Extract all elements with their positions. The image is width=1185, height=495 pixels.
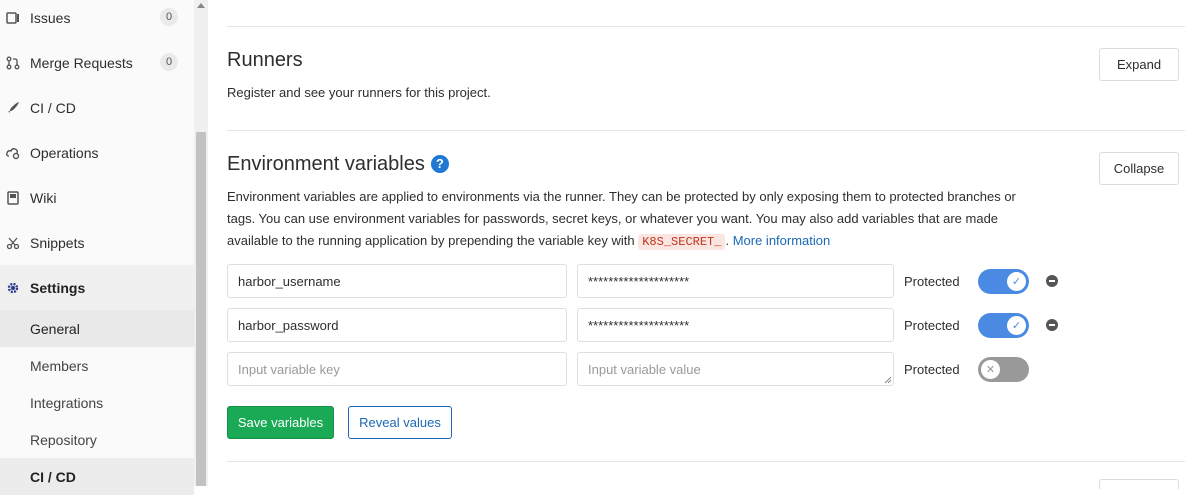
- sidebar-sub-integrations[interactable]: Integrations: [0, 384, 194, 421]
- next-section-button[interactable]: [1099, 479, 1179, 489]
- sidebar-item-label: Settings: [30, 279, 86, 296]
- k8s-secret-code: K8S_SECRET_: [638, 234, 726, 250]
- protected-label: Protected: [904, 362, 960, 377]
- sidebar-sub-repository[interactable]: Repository: [0, 421, 194, 458]
- issues-icon: [6, 11, 20, 25]
- runners-description: Register and see your runners for this p…: [227, 85, 491, 100]
- env-desc-line-3-text: available to the running application by …: [227, 233, 635, 248]
- scissors-icon: [6, 236, 20, 250]
- sidebar-item-label: Wiki: [30, 189, 57, 206]
- sidebar-item-snippets[interactable]: Snippets: [0, 220, 194, 265]
- help-icon[interactable]: ?: [430, 154, 449, 173]
- runners-title: Runners: [227, 49, 303, 71]
- variable-key-input[interactable]: harbor_password: [227, 308, 567, 342]
- env-desc-line-2: tags. You can use environment variables …: [227, 211, 999, 226]
- desc-period: .: [725, 233, 730, 248]
- sidebar-item-wiki[interactable]: Wiki: [0, 175, 194, 220]
- env-desc-line-3: available to the running application by …: [227, 230, 1087, 253]
- section-divider: [227, 461, 1185, 462]
- collapse-button[interactable]: Collapse: [1099, 152, 1179, 185]
- book-icon: [6, 190, 20, 205]
- gear-icon: [6, 281, 20, 295]
- reveal-values-button[interactable]: Reveal values: [348, 406, 452, 439]
- check-icon: ✓: [1007, 272, 1026, 291]
- sidebar-item-merge-requests[interactable]: Merge Requests 0: [0, 40, 194, 85]
- check-icon: ✓: [1007, 316, 1026, 335]
- variable-value-input[interactable]: ********************: [577, 308, 894, 342]
- protected-toggle[interactable]: ✓: [978, 269, 1029, 294]
- merge-request-icon: [6, 56, 20, 70]
- env-variables-description: Environment variables are applied to env…: [227, 186, 1087, 253]
- sidebar-item-label: Operations: [30, 144, 99, 161]
- sidebar-sub-ci-cd[interactable]: CI / CD: [0, 458, 194, 495]
- resize-handle-icon[interactable]: [884, 376, 892, 384]
- new-variable-key-input[interactable]: Input variable key: [227, 352, 567, 386]
- sidebar: Issues 0 Merge Requests 0 CI / CD Operat…: [0, 0, 208, 495]
- sidebar-sub-members[interactable]: Members: [0, 347, 194, 384]
- section-divider: [227, 130, 1185, 131]
- variable-key-input[interactable]: harbor_username: [227, 264, 567, 298]
- sidebar-item-issues[interactable]: Issues 0: [0, 0, 194, 40]
- sidebar-item-ci-cd[interactable]: CI / CD: [0, 85, 194, 130]
- sidebar-item-label: Snippets: [30, 234, 85, 251]
- protected-label: Protected: [904, 318, 960, 333]
- env-variables-title-text: Environment variables: [227, 153, 425, 175]
- scroll-up-arrow-icon[interactable]: [197, 3, 205, 8]
- x-icon: ✕: [981, 360, 1000, 379]
- save-variables-button[interactable]: Save variables: [227, 406, 334, 439]
- remove-variable-icon[interactable]: [1046, 319, 1058, 331]
- protected-toggle[interactable]: ✕: [978, 357, 1029, 382]
- new-variable-value-input[interactable]: Input variable value: [577, 352, 894, 386]
- sidebar-item-label: CI / CD: [30, 99, 76, 116]
- issues-count-badge: 0: [160, 8, 178, 26]
- cloud-gear-icon: [6, 146, 20, 160]
- sidebar-item-operations[interactable]: Operations: [0, 130, 194, 175]
- protected-toggle[interactable]: ✓: [978, 313, 1029, 338]
- env-desc-line-1: Environment variables are applied to env…: [227, 189, 1016, 204]
- sidebar-scrollbar-thumb[interactable]: [196, 132, 206, 486]
- merge-requests-count-badge: 0: [160, 53, 178, 71]
- sidebar-item-label: Issues: [30, 9, 71, 26]
- sidebar-item-label: Merge Requests: [30, 54, 133, 71]
- rocket-icon: [6, 101, 20, 115]
- remove-variable-icon[interactable]: [1046, 275, 1058, 287]
- expand-button[interactable]: Expand: [1099, 48, 1179, 81]
- section-divider: [227, 26, 1185, 27]
- sidebar-item-settings[interactable]: Settings: [0, 265, 194, 310]
- protected-label: Protected: [904, 274, 960, 289]
- variable-value-input[interactable]: ********************: [577, 264, 894, 298]
- more-information-link[interactable]: More information: [733, 233, 831, 248]
- env-variables-title: Environment variables?: [227, 153, 449, 176]
- sidebar-sub-general[interactable]: General: [0, 310, 194, 347]
